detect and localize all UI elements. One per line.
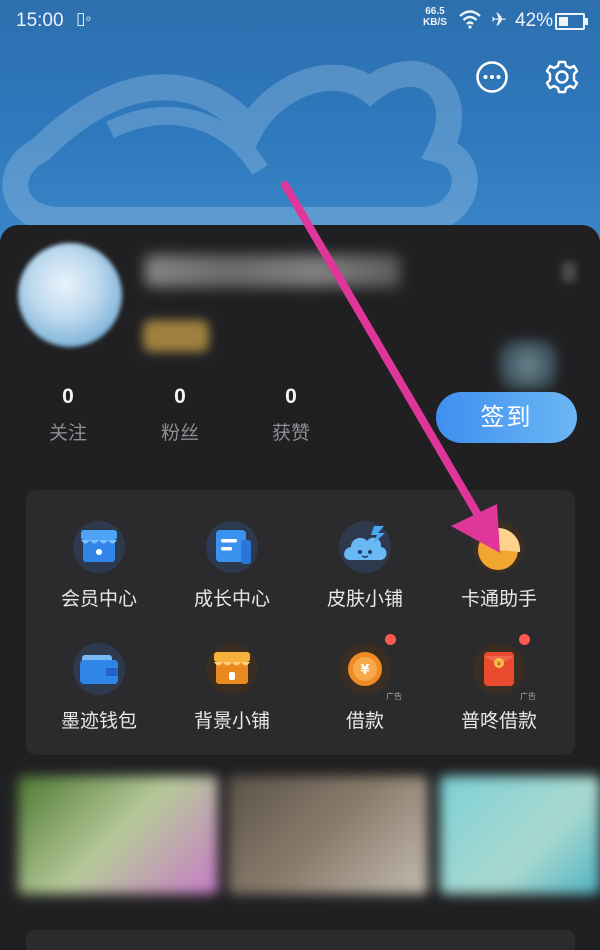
stat-following-count: 0 xyxy=(62,385,74,408)
blurred-thumbnail[interactable] xyxy=(18,776,218,894)
pudong-loan-ad-tag: 广告 xyxy=(520,692,536,701)
loan-ad-tag: 广告 xyxy=(386,692,402,701)
network-speed: 66.5 KB/S xyxy=(423,6,447,28)
pudong-loan-notification-dot xyxy=(519,634,530,645)
feature-loan[interactable]: ¥ 广告 借款 xyxy=(298,634,432,733)
nickname-blurred[interactable] xyxy=(145,255,400,287)
avatar[interactable] xyxy=(18,243,122,347)
feature-background-shop-label: 背景小铺 xyxy=(193,711,270,732)
stat-likes-count: 0 xyxy=(285,385,297,408)
blurred-thumbnail[interactable] xyxy=(228,776,428,894)
stat-likes-label: 获赞 xyxy=(271,423,310,444)
airplane-icon: ✈ xyxy=(491,10,507,31)
svg-text:¥: ¥ xyxy=(497,660,502,668)
feature-cartoon-assistant[interactable]: 卡通助手 xyxy=(432,520,566,611)
loan-notification-dot xyxy=(385,634,396,645)
feature-skin-shop-label: 皮肤小铺 xyxy=(326,589,403,610)
status-bar: 15:00 ▯◦ 66.5 KB/S ✈ 42% xyxy=(0,0,600,42)
feature-growth-center[interactable]: 成长中心 xyxy=(165,520,299,611)
signin-button[interactable]: 签到 xyxy=(436,392,577,443)
stat-following-label: 关注 xyxy=(48,423,87,444)
network-speed-unit: KB/S xyxy=(423,17,447,28)
feature-vip-center[interactable]: 会员中心 xyxy=(32,520,166,611)
feature-cartoon-assistant-label: 卡通助手 xyxy=(460,589,537,610)
feature-pudong-loan-label: 普咚借款 xyxy=(460,711,537,732)
network-speed-value: 66.5 xyxy=(425,6,445,17)
feature-wallet-label: 墨迹钱包 xyxy=(60,711,137,732)
svg-text:¥: ¥ xyxy=(360,663,369,678)
settings-gear-icon[interactable] xyxy=(545,60,579,94)
stat-followers[interactable]: 0 粉丝 xyxy=(145,385,215,445)
stat-likes[interactable]: 0 获赞 xyxy=(256,385,326,445)
stat-followers-count: 0 xyxy=(174,385,186,408)
battery-percent: 42% xyxy=(515,10,554,31)
message-icon[interactable] xyxy=(475,60,509,94)
stat-following[interactable]: 0 关注 xyxy=(33,385,103,445)
bottom-panel-edge xyxy=(26,930,575,950)
status-time: 15:00 xyxy=(16,10,64,31)
feature-background-shop[interactable]: 背景小铺 xyxy=(165,642,299,733)
wallet-icon xyxy=(72,642,126,696)
loan-coin-icon: ¥ 广告 xyxy=(338,634,402,701)
cartoon-assistant-icon xyxy=(472,520,526,574)
feature-loan-label: 借款 xyxy=(345,711,384,732)
battery-icon xyxy=(555,13,588,30)
skin-cloud-icon xyxy=(338,520,392,574)
feature-skin-shop[interactable]: 皮肤小铺 xyxy=(298,520,432,611)
stat-followers-label: 粉丝 xyxy=(160,423,199,444)
red-packet-icon: ¥ 广告 xyxy=(472,634,536,701)
wifi-icon xyxy=(459,10,481,29)
feature-vip-center-label: 会员中心 xyxy=(60,589,137,610)
blurred-thumbnail[interactable] xyxy=(440,776,600,894)
feature-growth-center-label: 成长中心 xyxy=(193,589,270,610)
profile-decoration xyxy=(498,340,558,390)
vip-store-icon xyxy=(72,520,126,574)
profile-chevron-icon[interactable] xyxy=(562,262,576,282)
cloud-logo-art xyxy=(2,60,478,233)
feature-pudong-loan[interactable]: ¥ 广告 普咚借款 xyxy=(432,634,566,733)
vibrate-icon: ▯◦ xyxy=(76,9,92,28)
level-badge-blurred xyxy=(143,320,209,352)
growth-card-icon xyxy=(205,520,259,574)
feature-wallet[interactable]: 墨迹钱包 xyxy=(32,642,166,733)
background-store-icon xyxy=(205,642,259,696)
